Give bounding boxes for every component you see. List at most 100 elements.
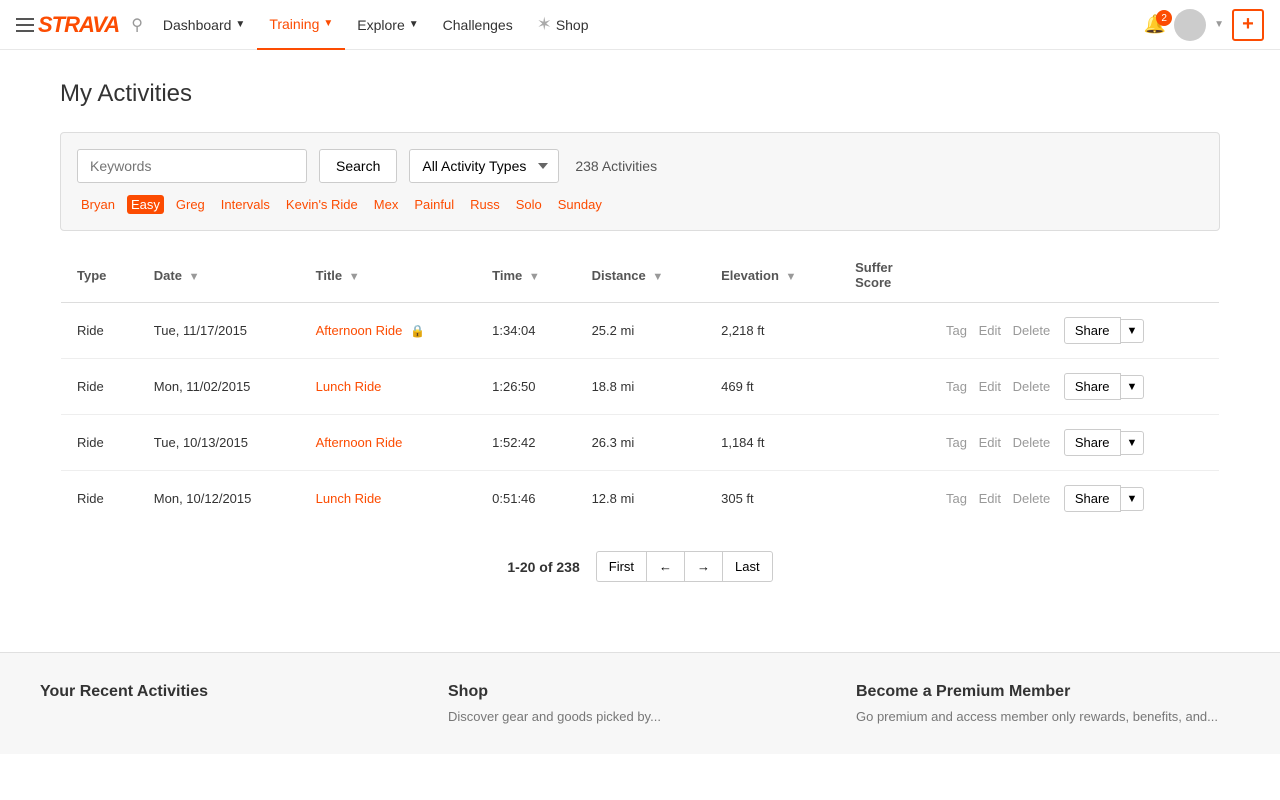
cell-actions: Tag Edit Delete Share ▼ (926, 303, 1219, 359)
tag-easy[interactable]: Easy (127, 195, 164, 214)
page-info: 1-20 of 238 (507, 559, 579, 575)
tag-kevins-ride[interactable]: Kevin's Ride (282, 195, 362, 214)
activity-link[interactable]: Lunch Ride (316, 491, 382, 506)
col-elevation[interactable]: Elevation ▼ (705, 248, 839, 303)
cell-suffer-score (839, 359, 926, 415)
keyword-input[interactable] (77, 149, 307, 183)
delete-button[interactable]: Delete (1009, 323, 1055, 338)
nav-item-training[interactable]: Training ▼ (257, 0, 345, 50)
delete-button[interactable]: Delete (1009, 491, 1055, 506)
cell-title: Lunch Ride (300, 471, 477, 527)
tag-button[interactable]: Tag (942, 379, 971, 394)
col-suffer-score: SufferScore (839, 248, 926, 303)
cell-type: Ride (61, 471, 138, 527)
share-group: Share ▼ (1064, 317, 1145, 344)
activity-link[interactable]: Lunch Ride (316, 379, 382, 394)
tag-bryan[interactable]: Bryan (77, 195, 119, 214)
main-content: My Activities Search All Activity Types … (40, 50, 1240, 612)
add-activity-button[interactable]: + (1232, 9, 1264, 41)
tag-button[interactable]: Tag (942, 435, 971, 450)
delete-button[interactable]: Delete (1009, 379, 1055, 394)
pagination: 1-20 of 238 First ← → Last (60, 551, 1220, 582)
table-row: Ride Tue, 11/17/2015 Afternoon Ride 🔒 1:… (61, 303, 1220, 359)
col-title[interactable]: Title ▼ (300, 248, 477, 303)
cell-date: Mon, 11/02/2015 (138, 359, 300, 415)
share-caret-button[interactable]: ▼ (1121, 319, 1145, 343)
table-row: Ride Tue, 10/13/2015 Afternoon Ride 1:52… (61, 415, 1220, 471)
col-actions (926, 248, 1219, 303)
tag-painful[interactable]: Painful (410, 195, 458, 214)
tag-intervals[interactable]: Intervals (217, 195, 274, 214)
tag-russ[interactable]: Russ (466, 195, 504, 214)
hamburger-menu[interactable] (16, 18, 34, 32)
share-button[interactable]: Share (1064, 317, 1121, 344)
share-group: Share ▼ (1064, 429, 1145, 456)
col-date[interactable]: Date ▼ (138, 248, 300, 303)
nav-item-explore[interactable]: Explore ▼ (345, 0, 430, 50)
cell-suffer-score (839, 303, 926, 359)
user-avatar[interactable] (1174, 9, 1206, 41)
col-distance[interactable]: Distance ▼ (576, 248, 706, 303)
cell-suffer-score (839, 471, 926, 527)
cell-actions: Tag Edit Delete Share ▼ (926, 415, 1219, 471)
cell-distance: 12.8 mi (576, 471, 706, 527)
cell-elevation: 305 ft (705, 471, 839, 527)
share-caret-button[interactable]: ▼ (1121, 487, 1145, 511)
edit-button[interactable]: Edit (975, 491, 1005, 506)
page-title: My Activities (60, 80, 1220, 108)
cell-time: 0:51:46 (476, 471, 575, 527)
nav-item-dashboard[interactable]: Dashboard ▼ (151, 0, 257, 50)
footer-recent-activities: Your Recent Activities (40, 683, 424, 724)
share-caret-button[interactable]: ▼ (1121, 375, 1145, 399)
edit-button[interactable]: Edit (975, 323, 1005, 338)
col-time[interactable]: Time ▼ (476, 248, 575, 303)
avatar-caret[interactable]: ▼ (1214, 19, 1224, 30)
filter-bar: Search All Activity Types Ride Run Swim … (60, 132, 1220, 231)
tag-solo[interactable]: Solo (512, 195, 546, 214)
brand-logo: STRAVA (38, 12, 119, 38)
cell-type: Ride (61, 415, 138, 471)
cell-time: 1:34:04 (476, 303, 575, 359)
cell-distance: 26.3 mi (576, 415, 706, 471)
nav-item-shop[interactable]: ✶ Shop (525, 0, 601, 50)
cell-title: Lunch Ride (300, 359, 477, 415)
activity-type-select[interactable]: All Activity Types Ride Run Swim Walk Hi… (409, 149, 559, 183)
share-button[interactable]: Share (1064, 485, 1121, 512)
nav-item-challenges[interactable]: Challenges (431, 0, 525, 50)
next-page-button[interactable]: → (684, 551, 722, 582)
first-page-button[interactable]: First (596, 551, 646, 582)
cell-title: Afternoon Ride 🔒 (300, 303, 477, 359)
last-page-button[interactable]: Last (722, 551, 773, 582)
col-type[interactable]: Type (61, 248, 138, 303)
tag-button[interactable]: Tag (942, 491, 971, 506)
footer-shop: Shop Discover gear and goods picked by..… (448, 683, 832, 724)
lock-icon: 🔒 (410, 324, 425, 338)
search-icon[interactable]: ⚲ (131, 15, 143, 35)
share-button[interactable]: Share (1064, 429, 1121, 456)
prev-page-button[interactable]: ← (646, 551, 684, 582)
footer: Your Recent Activities Shop Discover gea… (0, 652, 1280, 754)
edit-button[interactable]: Edit (975, 435, 1005, 450)
tag-sunday[interactable]: Sunday (554, 195, 606, 214)
cell-date: Tue, 11/17/2015 (138, 303, 300, 359)
activity-link[interactable]: Afternoon Ride (316, 323, 403, 338)
edit-button[interactable]: Edit (975, 379, 1005, 394)
delete-button[interactable]: Delete (1009, 435, 1055, 450)
table-row: Ride Mon, 10/12/2015 Lunch Ride 0:51:46 … (61, 471, 1220, 527)
cell-date: Tue, 10/13/2015 (138, 415, 300, 471)
tag-button[interactable]: Tag (942, 323, 971, 338)
notifications-bell[interactable]: 🔔 2 (1144, 14, 1166, 35)
cell-date: Mon, 10/12/2015 (138, 471, 300, 527)
activity-link[interactable]: Afternoon Ride (316, 435, 403, 450)
cell-distance: 25.2 mi (576, 303, 706, 359)
share-group: Share ▼ (1064, 373, 1145, 400)
tag-mex[interactable]: Mex (370, 195, 403, 214)
share-caret-button[interactable]: ▼ (1121, 431, 1145, 455)
notification-badge: 2 (1156, 10, 1172, 26)
tag-greg[interactable]: Greg (172, 195, 209, 214)
cell-suffer-score (839, 415, 926, 471)
share-button[interactable]: Share (1064, 373, 1121, 400)
search-button[interactable]: Search (319, 149, 397, 183)
cell-type: Ride (61, 303, 138, 359)
cell-distance: 18.8 mi (576, 359, 706, 415)
